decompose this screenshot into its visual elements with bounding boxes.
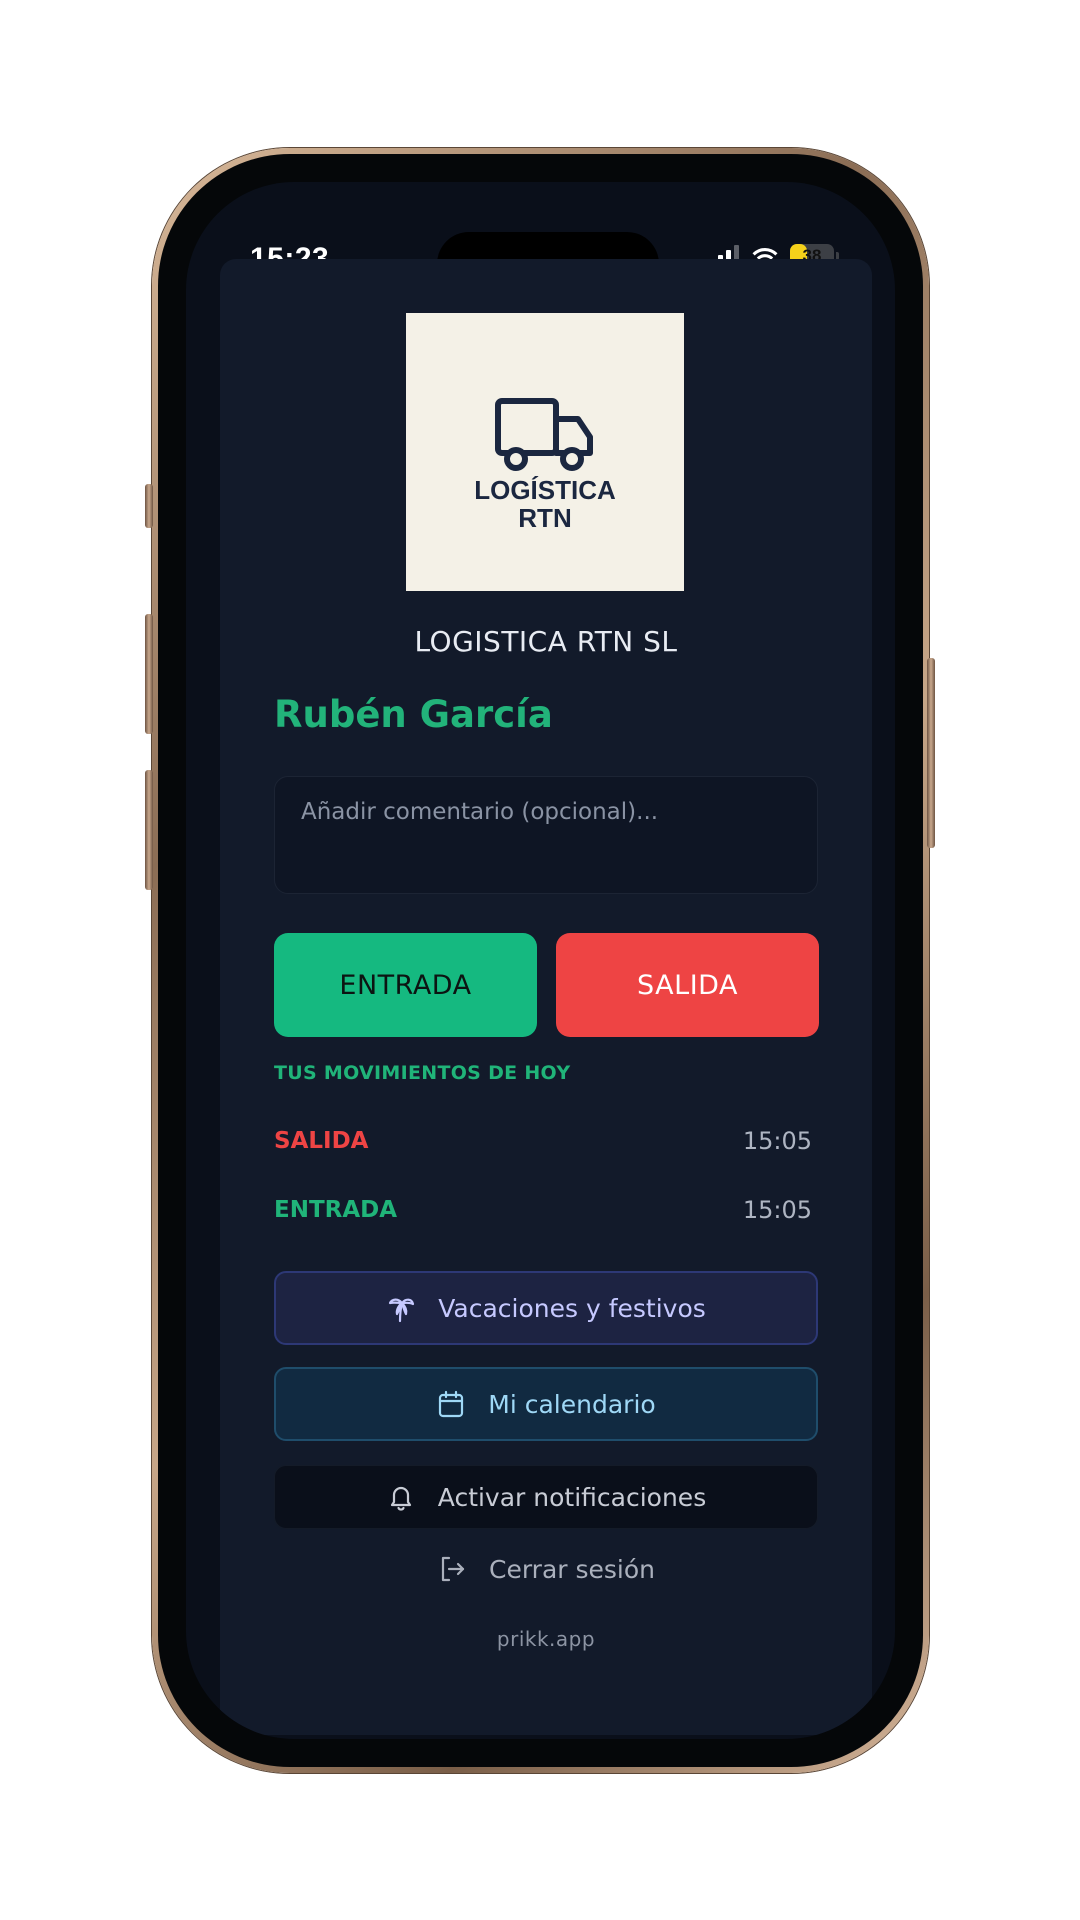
movement-row: ENTRADA 15:05 <box>274 1190 812 1230</box>
movement-time: 15:05 <box>742 1196 812 1224</box>
notifications-button[interactable]: Activar notificaciones <box>274 1465 818 1529</box>
movements-title: TUS MOVIMIENTOS DE HOY <box>274 1062 571 1084</box>
comment-input[interactable] <box>275 777 817 893</box>
volume-down-button <box>145 770 153 890</box>
phone-frame: 15:23 <box>152 148 929 1773</box>
vacations-button[interactable]: Vacaciones y festivos <box>274 1271 818 1345</box>
power-button <box>927 658 935 848</box>
company-name: LOGISTICA RTN SL <box>414 625 678 658</box>
comment-field-container <box>274 776 818 894</box>
footer-brand: prikk.app <box>496 1627 596 1651</box>
phone-screen: 15:23 <box>186 182 895 1739</box>
calendar-icon <box>436 1389 466 1419</box>
movement-type: ENTRADA <box>274 1197 398 1223</box>
calendar-label: Mi calendario <box>488 1389 656 1419</box>
calendar-button[interactable]: Mi calendario <box>274 1367 818 1441</box>
salida-button[interactable]: SALIDA <box>556 933 819 1037</box>
phone-bezel: 15:23 <box>158 154 923 1767</box>
action-button <box>145 484 153 528</box>
app-card: LOGÍSTICA RTN LOGISTICA RTN SL Rubén Gar… <box>220 259 872 1735</box>
logo-line-1: LOGÍSTICA <box>474 475 616 505</box>
volume-up-button <box>145 614 153 734</box>
logout-label: Cerrar sesión <box>488 1554 655 1584</box>
notifications-label: Activar notificaciones <box>437 1482 707 1512</box>
company-logo: LOGÍSTICA RTN <box>406 313 684 591</box>
stage: 15:23 <box>0 0 1080 1920</box>
movement-time: 15:05 <box>742 1127 812 1155</box>
bell-icon <box>386 1482 416 1512</box>
truck-icon <box>495 398 593 471</box>
movement-type: SALIDA <box>274 1128 369 1154</box>
logout-icon <box>437 1554 467 1584</box>
user-name: Rubén García <box>274 693 553 736</box>
movement-row: SALIDA 15:05 <box>274 1121 812 1161</box>
logout-button[interactable]: Cerrar sesión <box>274 1542 818 1596</box>
palm-tree-icon <box>386 1293 416 1323</box>
entrada-button[interactable]: ENTRADA <box>274 933 537 1037</box>
logo-line-2: RTN <box>518 503 572 533</box>
vacations-label: Vacaciones y festivos <box>438 1293 706 1323</box>
